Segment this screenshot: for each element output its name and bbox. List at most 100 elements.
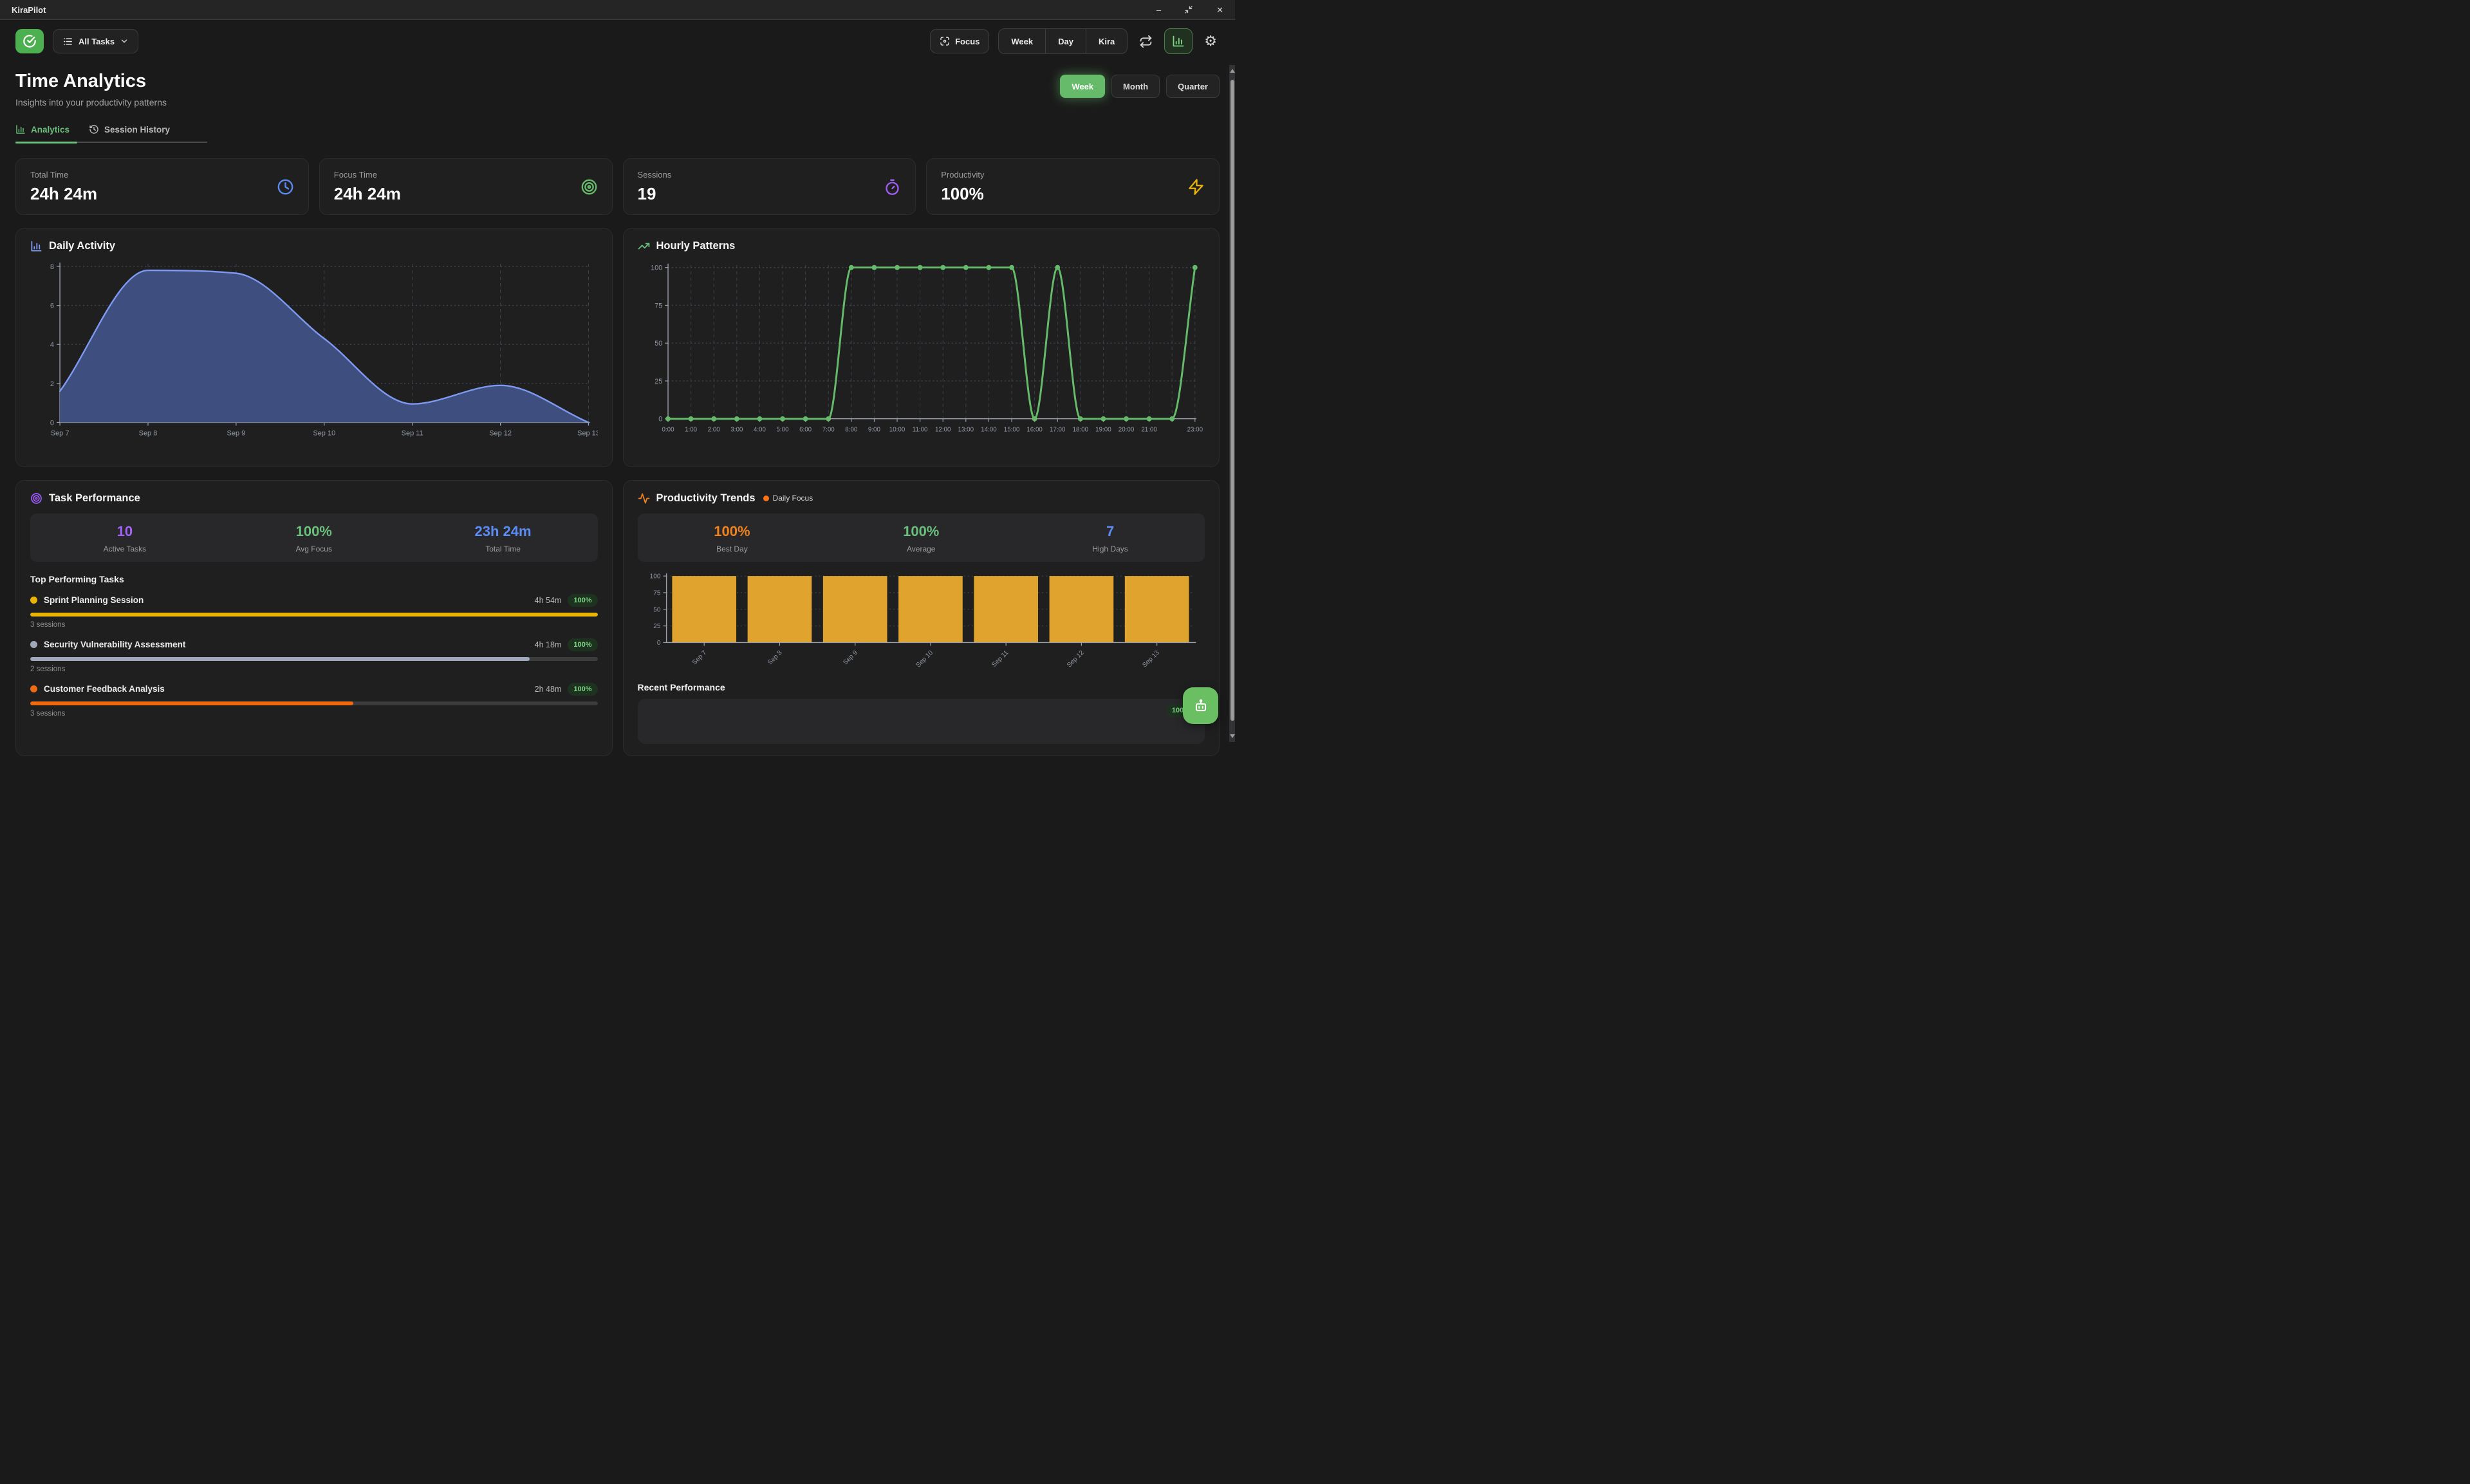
view-option-kira[interactable]: Kira [1086, 29, 1127, 53]
svg-text:3:00: 3:00 [730, 426, 743, 433]
view-option-day[interactable]: Day [1045, 29, 1086, 53]
settings-button[interactable]: ⚙ [1202, 32, 1220, 51]
focus-label: Focus [955, 37, 980, 46]
svg-text:Sep 12: Sep 12 [1066, 649, 1086, 669]
card-title: Task Performance [49, 492, 140, 505]
target-icon [30, 492, 42, 505]
task-sessions: 3 sessions [30, 621, 598, 629]
range-option-week[interactable]: Week [1060, 75, 1105, 98]
stat-label: Productivity [941, 170, 984, 180]
analytics-nav-button[interactable] [1164, 28, 1193, 54]
task-duration: 4h 54m [535, 596, 562, 605]
legend-label: Daily Focus [773, 494, 813, 503]
svg-text:7:00: 7:00 [822, 426, 835, 433]
task-progress-fill [30, 613, 598, 617]
svg-text:0:00: 0:00 [662, 426, 674, 433]
svg-text:Sep 10: Sep 10 [313, 429, 335, 437]
daily-activity-chart: 02468Sep 7Sep 8Sep 9Sep 10Sep 11Sep 12Se… [30, 257, 598, 455]
task-focus-badge: 100% [568, 638, 597, 651]
avg-focus-label: Avg Focus [219, 544, 409, 553]
trends-summary-panel: 100% Best Day 100% Average 7 High Days [638, 514, 1205, 562]
clock-icon [277, 178, 294, 196]
svg-text:Sep 13: Sep 13 [1141, 649, 1161, 669]
close-button[interactable]: ✕ [1216, 6, 1223, 14]
focus-button[interactable]: Focus [930, 29, 989, 53]
activity-pulse-icon [638, 492, 650, 505]
task-sessions: 2 sessions [30, 665, 598, 673]
assistant-fab[interactable] [1183, 687, 1218, 724]
window-controls: – ✕ [1156, 5, 1223, 14]
toolbar-right: Focus Week Day Kira ⚙ [930, 28, 1220, 54]
sync-button[interactable] [1137, 32, 1155, 51]
svg-text:23:00: 23:00 [1187, 426, 1203, 433]
svg-text:20:00: 20:00 [1118, 426, 1134, 433]
stat-value: 100% [941, 184, 984, 204]
tab-session-history[interactable]: Session History [89, 124, 170, 143]
svg-text:5:00: 5:00 [776, 426, 789, 433]
svg-text:16:00: 16:00 [1026, 426, 1043, 433]
tab-analytics[interactable]: Analytics [15, 124, 70, 143]
svg-text:Sep 7: Sep 7 [51, 429, 70, 437]
average-label: Average [826, 544, 1016, 553]
svg-text:21:00: 21:00 [1141, 426, 1157, 433]
range-option-month[interactable]: Month [1111, 75, 1160, 98]
bar-chart-icon [30, 240, 42, 252]
charts-row: Daily Activity 02468Sep 7Sep 8Sep 9Sep 1… [15, 228, 1220, 467]
stat-card-sessions: Sessions 19 [623, 158, 916, 215]
recent-performance-panel: 100% [638, 699, 1205, 744]
zap-icon [1187, 178, 1205, 196]
app-logo-button[interactable] [15, 29, 44, 53]
total-time-value: 23h 24m [409, 523, 598, 540]
scrollbar-thumb[interactable] [1230, 80, 1234, 721]
daily-activity-card: Daily Activity 02468Sep 7Sep 8Sep 9Sep 1… [15, 228, 613, 467]
task-row: Security Vulnerability Assessment 4h 18m… [30, 638, 598, 673]
task-color-dot [30, 641, 37, 648]
all-tasks-dropdown[interactable]: All Tasks [53, 29, 138, 53]
stat-card-focus-time: Focus Time 24h 24m [319, 158, 613, 215]
svg-text:0: 0 [50, 419, 54, 427]
target-icon [580, 178, 598, 196]
task-name: Security Vulnerability Assessment [44, 640, 185, 649]
svg-text:25: 25 [653, 623, 661, 630]
bar-chart-icon [15, 124, 26, 134]
svg-text:100: 100 [651, 264, 662, 272]
stat-value: 24h 24m [334, 184, 401, 204]
tab-underline-active [15, 142, 77, 144]
task-name: Customer Feedback Analysis [44, 684, 165, 694]
vertical-scrollbar[interactable] [1229, 65, 1235, 742]
high-days-label: High Days [1016, 544, 1205, 553]
best-day-label: Best Day [638, 544, 827, 553]
stat-card-total-time: Total Time 24h 24m [15, 158, 309, 215]
svg-text:1:00: 1:00 [685, 426, 698, 433]
top-performing-tasks-heading: Top Performing Tasks [30, 574, 598, 584]
svg-text:19:00: 19:00 [1095, 426, 1111, 433]
view-option-week[interactable]: Week [999, 29, 1045, 53]
scroll-down-arrow[interactable] [1230, 734, 1235, 738]
svg-text:15:00: 15:00 [1003, 426, 1019, 433]
list-icon [62, 36, 73, 47]
stat-value: 19 [638, 184, 672, 204]
all-tasks-label: All Tasks [79, 37, 115, 46]
titlebar: KiraPilot – ✕ [0, 0, 1235, 20]
legend-dot [763, 496, 769, 501]
svg-text:12:00: 12:00 [934, 426, 951, 433]
scroll-up-arrow[interactable] [1230, 69, 1235, 73]
task-row: Customer Feedback Analysis 2h 48m 100% 3… [30, 683, 598, 718]
svg-text:18:00: 18:00 [1072, 426, 1088, 433]
minimize-button[interactable]: – [1156, 6, 1161, 14]
restore-button[interactable] [1184, 5, 1193, 14]
task-focus-badge: 100% [568, 683, 597, 696]
svg-text:0: 0 [658, 416, 662, 423]
svg-text:Sep 8: Sep 8 [139, 429, 158, 437]
task-name: Sprint Planning Session [44, 595, 144, 605]
focus-icon [940, 36, 950, 46]
stat-label: Focus Time [334, 170, 401, 180]
page-header: Time Analytics Insights into your produc… [15, 66, 1220, 107]
svg-text:14:00: 14:00 [981, 426, 997, 433]
task-row: Sprint Planning Session 4h 54m 100% 3 se… [30, 594, 598, 629]
daily-focus-legend: Daily Focus [763, 494, 813, 503]
range-option-quarter[interactable]: Quarter [1166, 75, 1220, 98]
card-title: Daily Activity [49, 240, 115, 252]
active-tasks-value: 10 [30, 523, 219, 540]
total-time-label: Total Time [409, 544, 598, 553]
